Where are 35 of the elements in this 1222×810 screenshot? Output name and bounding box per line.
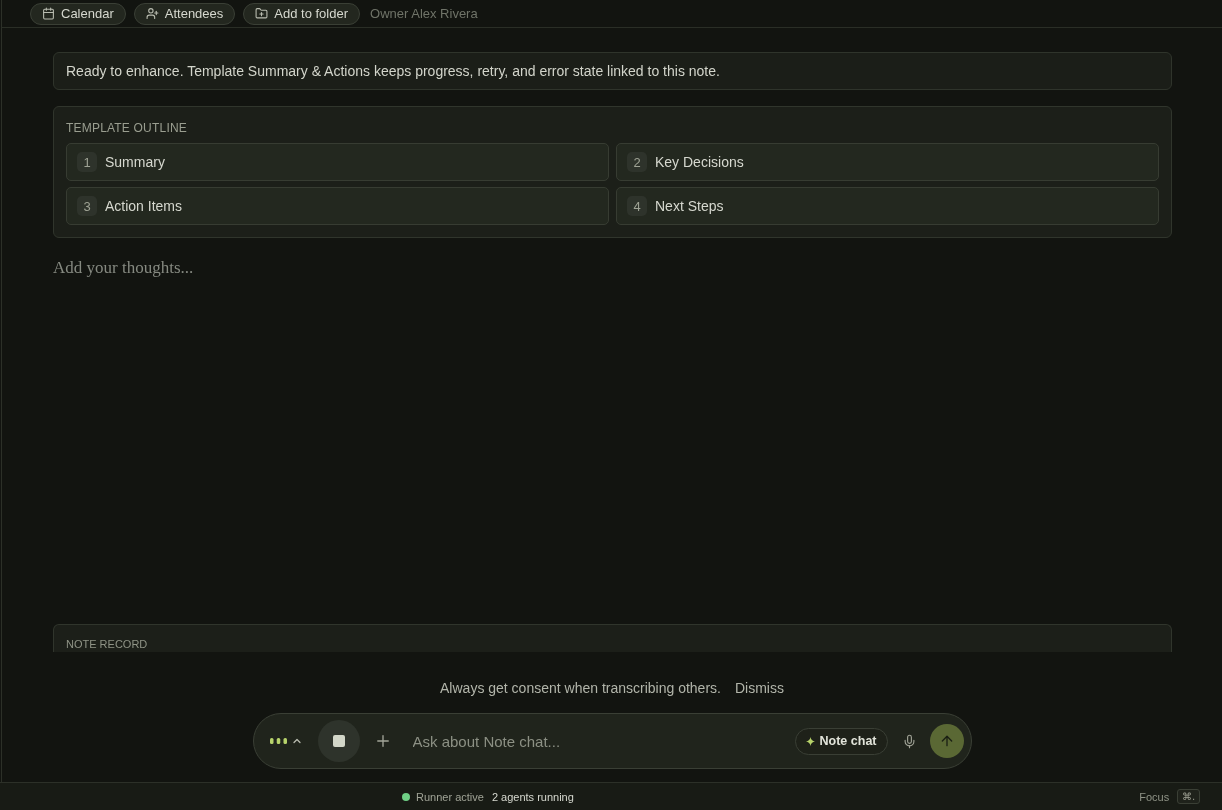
folder-plus-icon — [255, 7, 269, 20]
note-record-title: NOTE RECORD — [66, 637, 148, 651]
dismiss-button[interactable]: Dismiss — [734, 680, 784, 696]
shortcut-key: ⌘. — [1177, 789, 1200, 804]
section-number: 3 — [77, 196, 97, 216]
section-label: Next Steps — [655, 198, 724, 214]
owner-label: Owner Alex Rivera — [370, 6, 478, 21]
outline-title: TEMPLATE OUTLINE — [66, 121, 188, 135]
microphone-button[interactable] — [901, 733, 917, 749]
runner-status: Runner active — [416, 790, 484, 803]
person-plus-icon — [145, 7, 159, 20]
agents-count: 2 agents running — [491, 790, 574, 803]
header-chip[interactable]: Calendar — [30, 2, 126, 25]
section-label: Action Items — [105, 198, 183, 214]
microphone-icon — [901, 733, 917, 749]
section-number: 4 — [627, 196, 647, 216]
consent-notice: Always get consent when transcribing others. — [440, 680, 721, 696]
header-chip[interactable]: Attendees — [133, 2, 236, 25]
chat-input-field[interactable]: Ask about Note chat... — [412, 726, 795, 756]
status-banner: Ready to enhance. Template Summary & Actions keeps progress, retry, and error state linked to this note. — [53, 52, 1172, 90]
level-bars-icon — [269, 738, 287, 744]
note-chat-chip[interactable]: Note chat — [794, 727, 888, 755]
stop-icon — [332, 735, 345, 747]
send-button[interactable] — [929, 724, 964, 758]
chat-composer[interactable]: Ask about Note chat... Note chat — [252, 713, 972, 769]
note-editor-field[interactable]: Add your thoughts... — [53, 256, 1172, 614]
stop-button[interactable] — [317, 720, 360, 762]
section-label: Summary — [105, 154, 165, 170]
calendar-icon — [42, 7, 55, 20]
focus-label: Focus — [1139, 790, 1170, 803]
section-label: Key Decisions — [655, 154, 744, 170]
header-chip[interactable]: Add to folder — [243, 2, 361, 25]
section-number: 2 — [627, 152, 647, 172]
sparkle-icon — [805, 736, 815, 746]
section-number: 1 — [77, 152, 97, 172]
